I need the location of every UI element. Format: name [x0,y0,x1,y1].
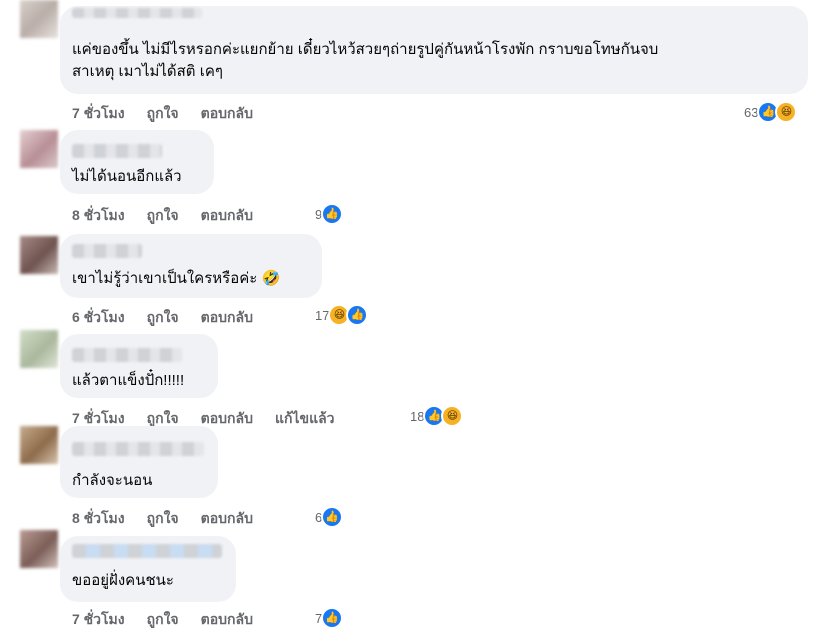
reply-button[interactable]: ตอบกลับ [201,609,253,631]
like-icon: 👍 [321,607,344,629]
comment-text: แล้วตาแข็งปั๋ก!!!!! [72,372,185,389]
comment-bubble: ขออยู่ฝั่งคนชนะ [60,536,236,602]
like-icon: 👍 [346,304,369,326]
avatar[interactable] [20,530,58,568]
like-icon: 👍 [321,506,344,528]
comment-text: เขาไม่รู้ว่าเขาเป็นใครหรือค่ะ 🤣 [72,270,281,287]
avatar[interactable] [20,426,58,464]
comment-bubble: แล้วตาแข็งปั๋ก!!!!! [60,334,218,398]
timestamp[interactable]: 7 ชั่วโมง [72,609,125,631]
comment-text: แค่ของขึ้น ไม่มีไรหรอกค่ะแยกย้าย เดี๋ยวไ… [72,41,659,80]
reaction-summary[interactable]: 9 👍 [315,203,344,225]
author-name[interactable] [72,544,222,558]
reaction-summary[interactable]: 63 👍 😆 [744,101,798,123]
comment-bubble: แค่ของขึ้น ไม่มีไรหรอกค่ะแยกย้าย เดี๋ยวไ… [60,6,808,94]
avatar[interactable] [20,0,58,38]
author-name[interactable] [72,144,162,158]
comment-actions: 7 ชั่วโมง ถูกใจ ตอบกลับ [72,103,275,125]
reaction-count: 18 [410,408,425,424]
comment-actions: 8 ชั่วโมง ถูกใจ ตอบกลับ [72,205,275,227]
comment: แล้วตาแข็งปั๋ก!!!!! 7 ชั่วโมง ถูกใจ ตอบกลั… [0,330,820,430]
comment-bubble: กำลังจะนอน [60,426,218,498]
like-button[interactable]: ถูกใจ [147,609,179,631]
reaction-count: 63 [744,104,759,120]
author-name[interactable] [72,8,202,18]
like-button[interactable]: ถูกใจ [147,205,179,227]
reaction-summary[interactable]: 6 👍 [315,506,344,528]
author-name[interactable] [72,442,204,456]
comment: ขออยู่ฝั่งคนชนะ 7 ชั่วโมง ถูกใจ ตอบกลับ 7 … [0,526,820,632]
timestamp[interactable]: 7 ชั่วโมง [72,103,125,125]
comment: เขาไม่รู้ว่าเขาเป็นใครหรือค่ะ 🤣 6 ชั่วโม… [0,232,820,330]
reply-button[interactable]: ตอบกลับ [201,103,253,125]
comment-actions: 7 ชั่วโมง ถูกใจ ตอบกลับ [72,609,275,631]
comment-bubble: เขาไม่รู้ว่าเขาเป็นใครหรือค่ะ 🤣 [60,234,322,298]
like-icon: 👍 [321,203,344,225]
timestamp[interactable]: 6 ชั่วโมง [72,307,125,329]
avatar[interactable] [20,236,58,274]
comment-bubble: ไม่ได้นอนอีกแล้ว [60,130,214,194]
avatar[interactable] [20,330,58,368]
author-name[interactable] [72,348,182,362]
haha-icon: 😆 [775,101,798,123]
reaction-count: 17 [315,307,330,323]
like-button[interactable]: ถูกใจ [147,307,179,329]
comment-actions: 6 ชั่วโมง ถูกใจ ตอบกลับ [72,307,275,329]
author-name[interactable] [72,244,142,258]
comment-text: ไม่ได้นอนอีกแล้ว [72,168,182,185]
reaction-summary[interactable]: 17 😆 👍 [315,304,369,326]
reply-button[interactable]: ตอบกลับ [201,307,253,329]
avatar[interactable] [20,130,58,168]
comment-text: ขออยู่ฝั่งคนชนะ [72,572,174,589]
reaction-summary[interactable]: 7 👍 [315,607,344,629]
timestamp[interactable]: 8 ชั่วโมง [72,205,125,227]
comment-text: กำลังจะนอน [72,472,153,489]
comment: แค่ของขึ้น ไม่มีไรหรอกค่ะแยกย้าย เดี๋ยวไ… [0,0,820,125]
comment: ไม่ได้นอนอีกแล้ว 8 ชั่วโมง ถูกใจ ตอบกลับ 9… [0,128,820,228]
comment: กำลังจะนอน 8 ชั่วโมง ถูกใจ ตอบกลับ 6 👍 [0,424,820,528]
like-button[interactable]: ถูกใจ [147,103,179,125]
reply-button[interactable]: ตอบกลับ [201,205,253,227]
